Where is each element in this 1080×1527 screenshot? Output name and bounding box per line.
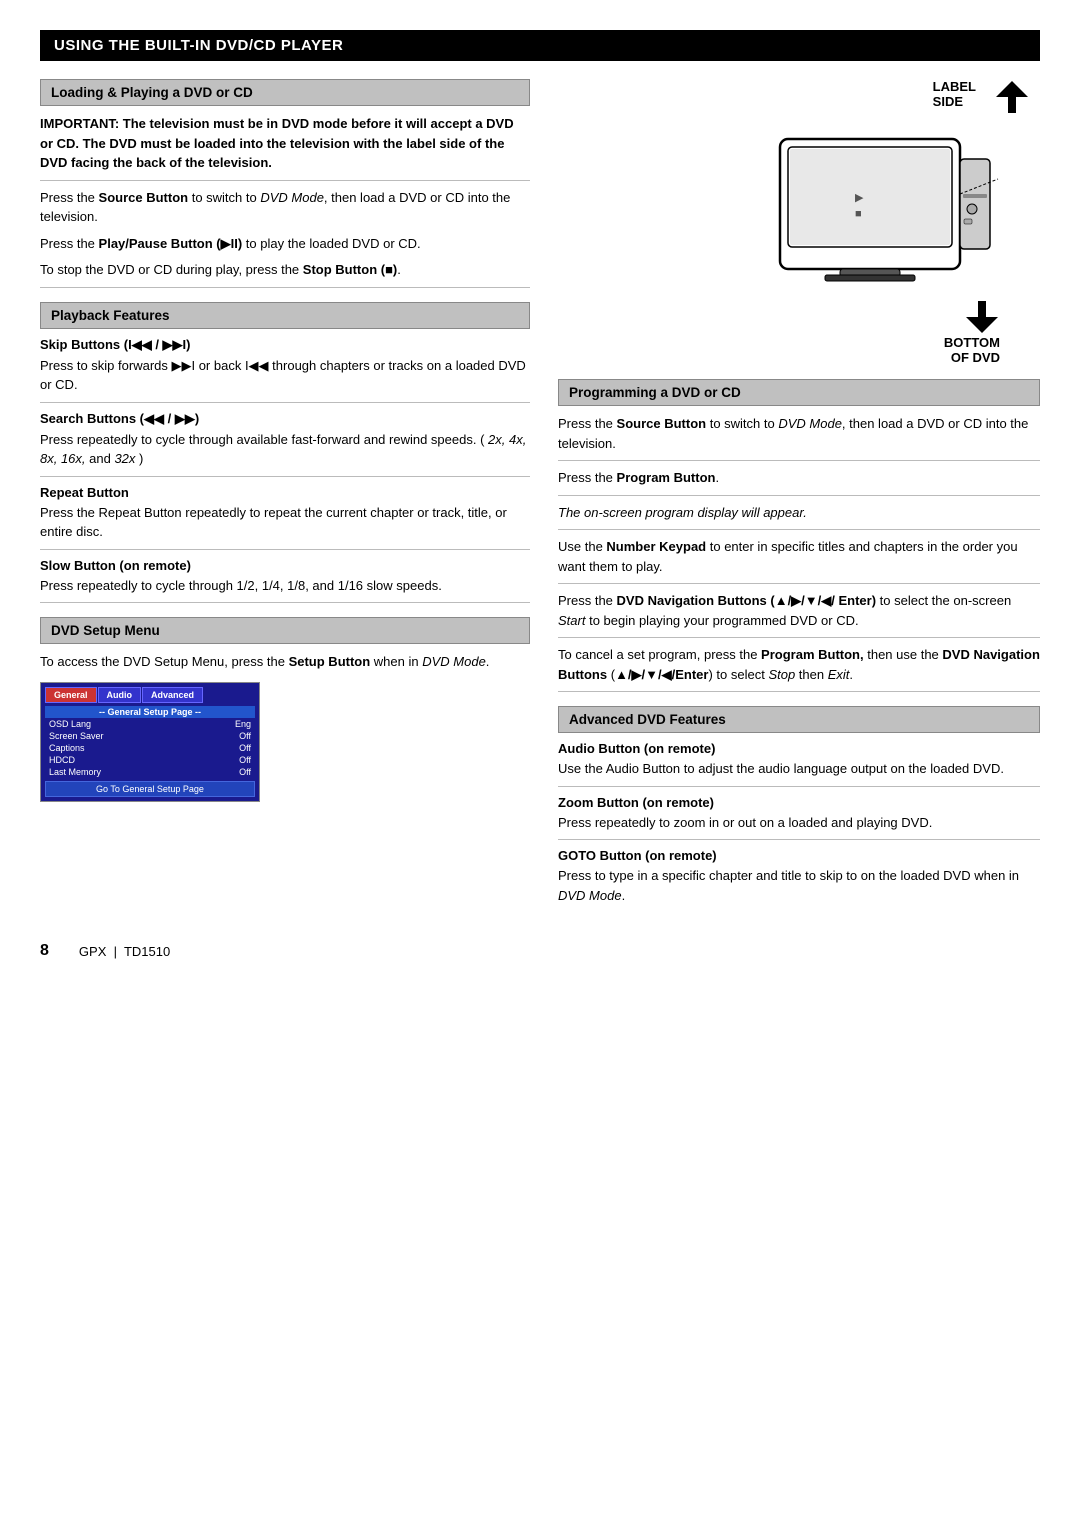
left-column: Loading & Playing a DVD or CD IMPORTANT:… [40,79,530,912]
divider11 [558,637,1040,638]
search-buttons-body: Press repeatedly to cycle through availa… [40,430,530,469]
divider5 [40,549,530,550]
label-side-text: LABELSIDE [933,79,976,109]
footer-brand: GPX | TD1510 [79,944,170,959]
setup-row-captions: CaptionsOff [45,742,255,754]
search-buttons-header: Search Buttons (◀◀ / ▶▶) [40,411,530,427]
page-header: USING THE BUILT-IN DVD/CD PLAYER [40,30,1040,61]
divider8 [558,495,1040,496]
setup-tab-advanced: Advanced [142,687,203,703]
divider14 [558,839,1040,840]
setup-tabs: General Audio Advanced [45,687,255,703]
source-button-para: Press the Source Button to switch to DVD… [40,188,530,227]
play-pause-para: Press the Play/Pause Button (▶II) to pla… [40,234,530,254]
setup-row-screensaver: Screen SaverOff [45,730,255,742]
setup-tab-general: General [45,687,97,703]
prog-para3: The on-screen program display will appea… [558,503,1040,523]
setup-row-osd: OSD LangEng [45,718,255,730]
page-number: 8 [40,942,49,960]
right-column: LABELSIDE [558,79,1040,912]
page-footer: 8 GPX | TD1510 [40,942,1040,960]
divider [40,180,530,181]
setup-row-hdcd: HDCDOff [45,754,255,766]
divider10 [558,583,1040,584]
goto-button-body: Press to type in a specific chapter and … [558,866,1040,905]
label-side-arrow-icon [994,79,1030,115]
svg-text:■: ■ [855,208,862,220]
playback-title: Playback Features [51,308,170,323]
bottom-of-dvd-group: BOTTOMOF DVD [944,299,1000,365]
important-text: IMPORTANT: The television must be in DVD… [40,114,530,173]
skip-buttons-body: Press to skip forwards ▶▶I or back I◀◀ t… [40,356,530,395]
repeat-button-header: Repeat Button [40,485,530,500]
skip-buttons-header: Skip Buttons (I◀◀ / ▶▶I) [40,337,530,353]
playback-section-header: Playback Features [40,302,530,329]
stop-para: To stop the DVD or CD during play, press… [40,260,530,280]
slow-button-header: Slow Button (on remote) [40,558,530,573]
divider6 [40,602,530,603]
advanced-section-header: Advanced DVD Features [558,706,1040,733]
divider4 [40,476,530,477]
repeat-button-body: Press the Repeat Button repeatedly to re… [40,503,530,542]
divider9 [558,529,1040,530]
divider13 [558,786,1040,787]
divider2 [40,287,530,288]
loading-section-header: Loading & Playing a DVD or CD [40,79,530,106]
label-side-text-group: LABELSIDE [933,79,976,109]
setup-tab-audio: Audio [98,687,142,703]
prog-para1: Press the Source Button to switch to DVD… [558,414,1040,453]
setup-row-lastmem: Last MemoryOff [45,766,255,778]
setup-header-row: -- General Setup Page -- [45,706,255,718]
divider12 [558,691,1040,692]
zoom-button-header: Zoom Button (on remote) [558,795,1040,810]
prog-para2: Press the Program Button. [558,468,1040,488]
bottom-of-dvd-text: BOTTOMOF DVD [944,335,1000,365]
dvd-tv-illustration: ▶ ■ [750,119,1010,299]
programming-section-header: Programming a DVD or CD [558,379,1040,406]
prog-para4: Use the Number Keypad to enter in specif… [558,537,1040,576]
prog-para5: Press the DVD Navigation Buttons (▲/▶/▼/… [558,591,1040,630]
audio-button-header: Audio Button (on remote) [558,741,1040,756]
audio-button-body: Use the Audio Button to adjust the audio… [558,759,1040,779]
setup-screenshot: General Audio Advanced -- General Setup … [40,682,260,802]
slow-button-body: Press repeatedly to cycle through 1/2, 1… [40,576,530,596]
header-title: USING THE BUILT-IN DVD/CD PLAYER [54,37,343,54]
dvd-image-area: LABELSIDE [558,79,1040,365]
svg-text:▶: ▶ [855,192,864,204]
goto-button-header: GOTO Button (on remote) [558,848,1040,863]
zoom-button-body: Press repeatedly to zoom in or out on a … [558,813,1040,833]
label-side-container: LABELSIDE [933,79,1030,115]
divider7 [558,460,1040,461]
prog-para6: To cancel a set program, press the Progr… [558,645,1040,684]
bottom-of-dvd-arrow-icon [964,299,1000,335]
dvd-setup-body: To access the DVD Setup Menu, press the … [40,652,530,672]
divider3 [40,402,530,403]
setup-screen-inner: General Audio Advanced -- General Setup … [41,683,259,801]
setup-goto-btn: Go To General Setup Page [45,781,255,797]
dvd-setup-header: DVD Setup Menu [40,617,530,644]
